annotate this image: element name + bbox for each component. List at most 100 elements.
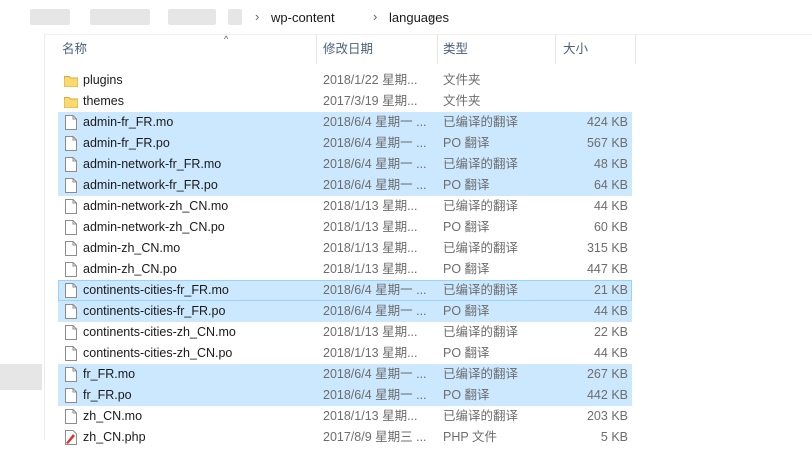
file-date: 2018/1/13 星期...	[323, 409, 418, 423]
breadcrumb-languages[interactable]: languages	[389, 10, 449, 25]
file-size: 203 KB	[586, 409, 628, 423]
column-type[interactable]: 类型	[443, 34, 468, 64]
file-type: 已编译的翻译	[443, 157, 519, 171]
file-name: fr_FR.po	[83, 388, 132, 402]
column-date[interactable]: 修改日期	[323, 34, 373, 64]
chevron-right-icon: ›	[255, 9, 260, 24]
file-row[interactable]: admin-network-zh_CN.mo 2018/1/13 星期... 已编译…	[58, 196, 632, 217]
file-date: 2018/6/4 星期一 ...	[323, 136, 427, 150]
file-icon	[64, 178, 78, 193]
file-date: 2018/1/13 星期...	[323, 241, 418, 255]
breadcrumb-wp-content[interactable]: wp-content	[271, 10, 335, 25]
navigation-pane[interactable]	[0, 34, 45, 440]
file-name: admin-zh_CN.po	[83, 262, 177, 276]
file-row[interactable]: admin-network-fr_FR.mo 2018/6/4 星期一 ... 已编…	[58, 154, 632, 175]
file-row[interactable]: continents-cities-fr_FR.po 2018/6/4 星期一 .…	[58, 301, 632, 322]
file-type: PO 翻译	[443, 178, 490, 192]
file-type: 文件夹	[443, 94, 481, 108]
file-icon	[64, 346, 78, 361]
file-row[interactable]: admin-zh_CN.po 2018/1/13 星期... PO 翻译 447 KB	[58, 259, 632, 280]
file-icon	[64, 241, 78, 256]
file-name: fr_FR.mo	[83, 367, 136, 381]
file-date: 2018/1/13 星期...	[323, 346, 418, 360]
file-size: 447 KB	[586, 262, 628, 276]
file-date: 2018/6/4 星期一 ...	[323, 367, 427, 381]
file-size: 315 KB	[586, 241, 628, 255]
column-divider[interactable]	[437, 34, 438, 64]
file-row[interactable]: continents-cities-fr_FR.mo 2018/6/4 星期一 .…	[58, 280, 632, 301]
file-size: 44 KB	[593, 346, 628, 360]
column-divider[interactable]	[635, 34, 636, 64]
file-size: 44 KB	[593, 199, 628, 213]
file-type: PO 翻译	[443, 346, 490, 360]
column-divider[interactable]	[316, 34, 317, 64]
file-icon	[64, 304, 78, 319]
file-size: 64 KB	[593, 178, 628, 192]
file-name: continents-cities-fr_FR.po	[83, 304, 226, 318]
file-type: 已编译的翻译	[443, 367, 519, 381]
blurred-path-segment	[168, 9, 216, 25]
file-name: plugins	[83, 73, 123, 87]
file-type: 已编译的翻译	[443, 199, 519, 213]
file-size: 567 KB	[586, 136, 628, 150]
file-row[interactable]: fr_FR.po 2018/6/4 星期一 ... PO 翻译 442 KB	[58, 385, 632, 406]
file-date: 2018/1/13 星期...	[323, 262, 418, 276]
file-row[interactable]: continents-cities-zh_CN.mo 2018/1/13 星期..…	[58, 322, 632, 343]
column-divider[interactable]	[555, 34, 556, 64]
file-row[interactable]: fr_FR.mo 2018/6/4 星期一 ... 已编译的翻译 267 KB	[58, 364, 632, 385]
file-date: 2017/8/9 星期三 ...	[323, 430, 427, 444]
file-name: themes	[83, 94, 124, 108]
file-row[interactable]: zh_CN.mo 2018/1/13 星期... 已编译的翻译 203 KB	[58, 406, 632, 427]
blurred-path-segment	[228, 9, 242, 25]
file-icon	[64, 325, 78, 340]
file-type: 已编译的翻译	[443, 325, 519, 339]
file-size: 44 KB	[593, 304, 628, 318]
file-icon	[64, 262, 78, 277]
file-size: 22 KB	[593, 325, 628, 339]
file-row[interactable]: plugins 2018/1/22 星期... 文件夹	[58, 70, 632, 91]
php-file-icon	[64, 430, 78, 445]
file-row[interactable]: admin-network-zh_CN.po 2018/1/13 星期... PO …	[58, 217, 632, 238]
file-name: admin-network-zh_CN.po	[83, 220, 225, 234]
blurred-path-segment	[30, 9, 70, 25]
file-type: PO 翻译	[443, 388, 490, 402]
file-icon	[64, 220, 78, 235]
file-name: continents-cities-fr_FR.mo	[83, 283, 229, 297]
file-type: 已编译的翻译	[443, 409, 519, 423]
file-name: continents-cities-zh_CN.mo	[83, 325, 236, 339]
file-name: admin-zh_CN.mo	[83, 241, 181, 255]
file-type: 已编译的翻译	[443, 241, 519, 255]
file-type: 已编译的翻译	[443, 283, 519, 297]
file-icon	[64, 388, 78, 403]
file-name: zh_CN.php	[83, 430, 146, 444]
chevron-right-icon: ›	[373, 9, 378, 24]
file-icon	[64, 136, 78, 151]
file-type: PO 翻译	[443, 220, 490, 234]
file-row[interactable]: continents-cities-zh_CN.po 2018/1/13 星期..…	[58, 343, 632, 364]
sort-ascending-icon: ^	[224, 34, 229, 44]
nav-selected-item[interactable]	[0, 364, 42, 390]
file-size: 267 KB	[586, 367, 628, 381]
chevron-right-icon: ›	[429, 9, 434, 24]
file-type: 已编译的翻译	[443, 115, 519, 129]
file-size: 5 KB	[600, 430, 628, 444]
file-name: admin-network-zh_CN.mo	[83, 199, 229, 213]
file-row[interactable]: admin-network-fr_FR.po 2018/6/4 星期一 ... PO…	[58, 175, 632, 196]
file-date: 2018/1/22 星期...	[323, 73, 418, 87]
file-row[interactable]: admin-fr_FR.po 2018/6/4 星期一 ... PO 翻译 567 K…	[58, 133, 632, 154]
file-row[interactable]: zh_CN.php 2017/8/9 星期三 ... PHP 文件 5 KB	[58, 427, 632, 448]
file-size: 424 KB	[586, 115, 628, 129]
file-size: 60 KB	[593, 220, 628, 234]
file-date: 2018/1/13 星期...	[323, 220, 418, 234]
file-row[interactable]: admin-fr_FR.mo 2018/6/4 星期一 ... 已编译的翻译 424 …	[58, 112, 632, 133]
file-icon	[64, 283, 78, 298]
file-row[interactable]: themes 2017/3/19 星期... 文件夹	[58, 91, 632, 112]
column-size[interactable]: 大小	[563, 34, 588, 64]
file-row[interactable]: admin-zh_CN.mo 2018/1/13 星期... 已编译的翻译 315 K…	[58, 238, 632, 259]
file-name: continents-cities-zh_CN.po	[83, 346, 233, 360]
file-icon	[64, 115, 78, 130]
address-bar[interactable]: › wp-content › languages ›	[0, 0, 812, 35]
file-icon	[64, 367, 78, 382]
column-name[interactable]: 名称	[62, 34, 87, 64]
file-name: admin-network-fr_FR.mo	[83, 157, 222, 171]
